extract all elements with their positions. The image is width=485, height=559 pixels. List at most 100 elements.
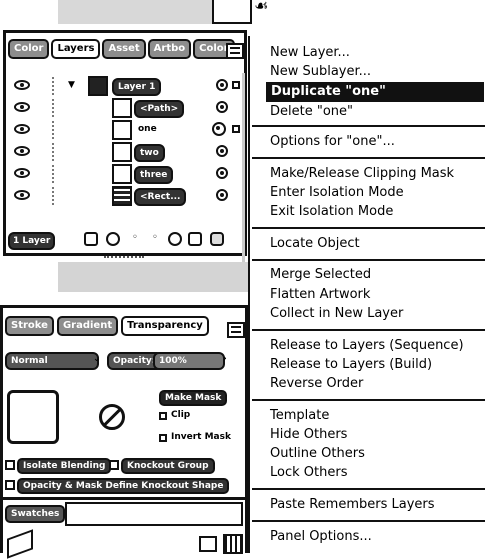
lock-column[interactable] (52, 121, 58, 139)
panel-menu-icon[interactable] (227, 322, 245, 338)
menu-item-clipping-mask[interactable]: Make/Release Clipping Mask (270, 165, 454, 183)
opacity-mask-knockout-checkbox[interactable] (5, 480, 15, 490)
menu-item-release-sequence[interactable]: Release to Layers (Sequence) (270, 337, 464, 355)
top-strip: ☙ (0, 0, 485, 32)
new-layer-icon[interactable] (168, 232, 182, 246)
eye-icon[interactable] (14, 80, 30, 90)
menu-item-new-layer[interactable]: New Layer... (270, 44, 350, 62)
eye-icon[interactable] (14, 102, 30, 112)
menu-item-exit-isolation[interactable]: Exit Isolation Mode (270, 203, 393, 221)
blend-mode-chevron-icon[interactable]: ⌄ (93, 354, 101, 364)
target-icon[interactable] (216, 189, 228, 201)
layers-scrollbar[interactable] (242, 73, 245, 263)
menu-item-new-sublayer[interactable]: New Sublayer... (270, 63, 371, 81)
clip-checkbox[interactable] (159, 412, 167, 420)
target-icon[interactable] (216, 167, 228, 179)
transparency-panel: Stroke Gradient Transparency Normal ⌄ Op… (0, 305, 248, 500)
locate-object-icon[interactable] (106, 232, 120, 246)
menu-item-locate-object[interactable]: Locate Object (270, 235, 360, 253)
blend-mode-select[interactable]: Normal (5, 352, 99, 370)
menu-separator (252, 520, 485, 522)
tab-stroke[interactable]: Stroke (5, 316, 54, 336)
tab-gradient[interactable]: Gradient (56, 316, 119, 336)
opacity-chevron-icon[interactable]: › (223, 354, 227, 364)
sublayer-name[interactable]: one (134, 122, 161, 136)
tab-asset[interactable]: Asset (102, 39, 146, 59)
tab-color[interactable]: Color (8, 39, 50, 59)
isolate-blending-label: Isolate Blending (17, 458, 112, 474)
expand-arrow-icon[interactable]: ▼ (68, 80, 75, 90)
menu-item-options[interactable]: Options for "one"... (270, 133, 395, 151)
sublayer-thumbnail (112, 98, 132, 118)
list-view-icon[interactable] (199, 536, 217, 552)
sublayer-row[interactable]: <Rect... (10, 185, 240, 207)
menu-item-outline-others[interactable]: Outline Others (270, 445, 365, 463)
menu-item-flatten-artwork[interactable]: Flatten Artwork (270, 286, 370, 304)
eye-icon[interactable] (14, 168, 30, 178)
target-icon[interactable] (216, 145, 228, 157)
sublayer-row[interactable]: one (10, 119, 240, 141)
grid-view-icon[interactable] (223, 534, 243, 554)
sublayer-name[interactable]: two (134, 144, 165, 162)
sublayer-row[interactable]: two (10, 141, 240, 163)
lock-column[interactable] (52, 165, 58, 183)
sublayer-name[interactable]: three (134, 166, 174, 184)
sublayer-row[interactable]: <Path> (10, 97, 240, 119)
layer-row[interactable]: ▼ Layer 1 (10, 75, 240, 97)
lock-column[interactable] (52, 143, 58, 161)
fill-stroke-icon[interactable] (7, 529, 33, 559)
opacity-input[interactable]: 100% (153, 352, 225, 370)
make-mask-button[interactable]: Make Mask (159, 390, 228, 406)
isolate-blending-checkbox[interactable] (5, 460, 15, 470)
trash-icon[interactable] (210, 232, 224, 246)
target-icon[interactable] (216, 101, 228, 113)
clipping-mask-icon[interactable]: ◦ (128, 232, 142, 246)
menu-item-release-build[interactable]: Release to Layers (Build) (270, 356, 432, 374)
selection-indicator[interactable] (232, 125, 240, 133)
menu-item-lock-others[interactable]: Lock Others (270, 464, 347, 482)
sublayer-row[interactable]: three (10, 163, 240, 185)
target-icon-selected[interactable] (212, 122, 226, 136)
menu-separator (252, 488, 485, 490)
menu-item-collect-new-layer[interactable]: Collect in New Layer (270, 305, 403, 323)
panel-menu-icon[interactable] (226, 43, 244, 59)
eye-icon[interactable] (14, 190, 30, 200)
menu-item-paste-remembers-layers[interactable]: Paste Remembers Layers (270, 496, 435, 514)
sublayer-name[interactable]: <Rect... (134, 188, 187, 206)
layer-name[interactable]: Layer 1 (112, 78, 162, 96)
new-sublayer-icon[interactable]: ◦ (148, 232, 162, 246)
clip-label: Clip (171, 410, 191, 420)
swatches-area[interactable] (65, 502, 243, 526)
tab-swatches[interactable]: Swatches (5, 505, 66, 523)
menu-item-panel-options[interactable]: Panel Options... (270, 528, 372, 546)
brush-icon: ☙ (254, 0, 269, 15)
collect-export-icon[interactable] (84, 232, 98, 246)
layers-panel-tabs: Color Layers Asset Artbo Color (8, 39, 235, 59)
lock-column[interactable] (52, 77, 58, 95)
menu-item-template[interactable]: Template (270, 407, 329, 425)
swatches-panel: Swatches (0, 500, 248, 559)
lock-column[interactable] (52, 187, 58, 205)
tab-transparency[interactable]: Transparency (121, 316, 209, 336)
eye-icon[interactable] (14, 124, 30, 134)
menu-item-hide-others[interactable]: Hide Others (270, 426, 347, 444)
eye-icon[interactable] (14, 146, 30, 156)
knockout-group-label: Knockout Group (121, 458, 215, 474)
knockout-group-checkbox[interactable] (109, 460, 119, 470)
menu-item-duplicate[interactable]: Duplicate "one" (266, 82, 484, 102)
target-icon[interactable] (216, 79, 228, 91)
sublayer-name[interactable]: <Path> (134, 100, 185, 118)
invert-mask-checkbox[interactable] (159, 434, 167, 442)
selection-indicator[interactable] (232, 81, 240, 89)
menu-separator (252, 329, 485, 331)
no-mask-icon (99, 404, 125, 430)
tab-artboards[interactable]: Artbo (147, 39, 192, 59)
menu-item-enter-isolation[interactable]: Enter Isolation Mode (270, 184, 404, 202)
tab-layers[interactable]: Layers (51, 39, 101, 59)
menu-separator (252, 125, 485, 127)
menu-item-merge-selected[interactable]: Merge Selected (270, 266, 371, 284)
lock-column[interactable] (52, 99, 58, 117)
menu-item-delete[interactable]: Delete "one" (270, 103, 353, 121)
menu-item-reverse-order[interactable]: Reverse Order (270, 375, 363, 393)
new-layer-page-icon[interactable] (188, 232, 202, 246)
